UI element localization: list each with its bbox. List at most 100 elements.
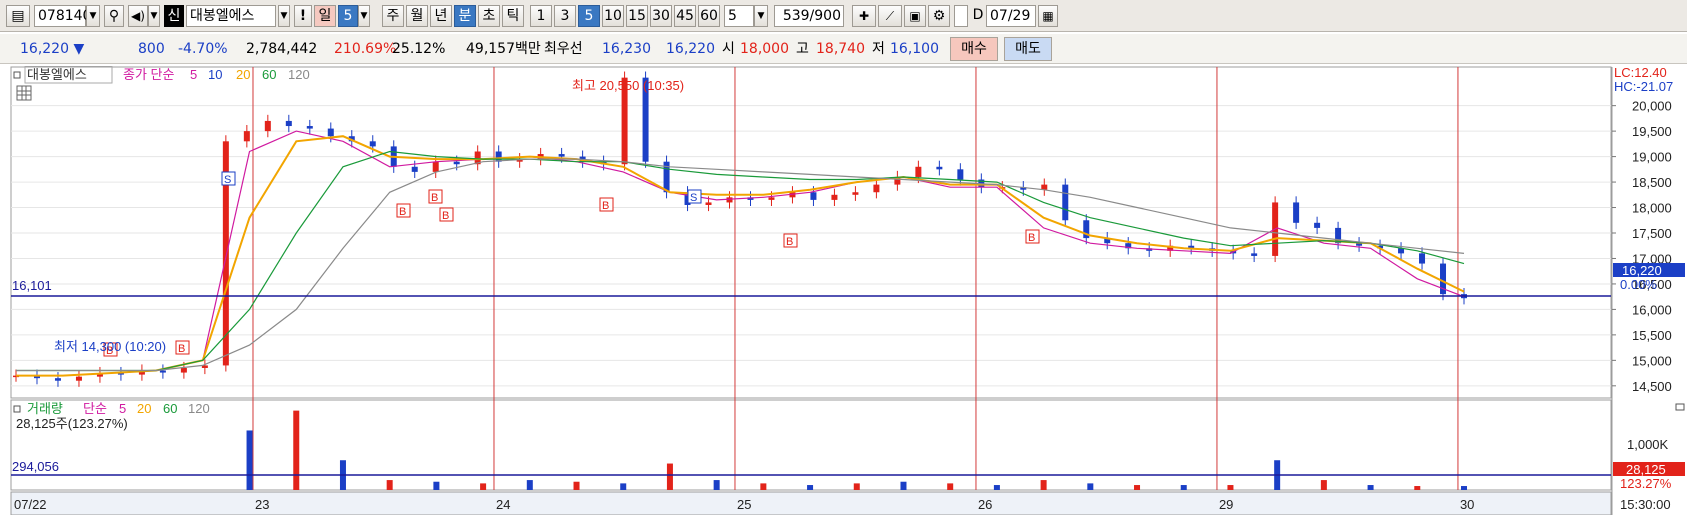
candle-body (936, 166, 943, 170)
volume-bar (1227, 485, 1234, 490)
candle-body (1293, 202, 1300, 223)
volume-bar (1320, 480, 1327, 490)
turnover-rate: 25.12% (392, 41, 446, 57)
open-price: 18,000 (740, 41, 789, 57)
candle-body (705, 202, 712, 205)
volume-bar (1040, 480, 1047, 490)
volume-bar (526, 480, 533, 490)
period-year-button[interactable]: 년 (430, 5, 452, 27)
volume-bar (947, 483, 954, 490)
volume-bar (1087, 483, 1094, 490)
candle-body (558, 154, 565, 157)
x-axis-end-time: 15:30:00 (1620, 497, 1671, 512)
speaker-icon[interactable]: ◀) (128, 5, 148, 27)
save-icon[interactable]: ▣ (904, 5, 926, 27)
volume-bar (900, 481, 907, 490)
price-y-tick: 19,500 (1632, 124, 1672, 139)
chevron-down-icon[interactable]: ▼ (148, 5, 160, 27)
candle-body (327, 128, 334, 137)
x-axis-date: 26 (978, 497, 992, 512)
volume-ratio: 210.69% (334, 41, 397, 57)
panel-close-icon[interactable] (1675, 403, 1685, 411)
signal-marker-text: B (602, 200, 609, 212)
minute-60-button[interactable]: 60 (698, 5, 720, 27)
minute-3-button[interactable]: 3 (554, 5, 576, 27)
chevron-down-icon[interactable]: ▼ (86, 5, 100, 27)
candle-body (957, 169, 964, 180)
volume-bar (573, 481, 580, 490)
price-y-tick: 20,000 (1632, 99, 1672, 114)
buy-button[interactable]: 매수 (950, 37, 998, 61)
price-volume-chart[interactable]: SSBBBBB BBB 대봉엘에스 종가 단순 5 10 20 60 120 최고… (10, 65, 1687, 516)
chevron-down-icon[interactable]: ▼ (278, 5, 290, 27)
chevron-down-icon[interactable]: ▼ (358, 5, 370, 27)
low-annotation: 최저 14,300 (10:20) (54, 339, 166, 354)
draw-line-icon[interactable]: ⟋ (878, 5, 902, 27)
minute-10-button[interactable]: 10 (602, 5, 624, 27)
period-second-button[interactable]: 초 (478, 5, 500, 27)
x-axis-date: 30 (1460, 497, 1474, 512)
candle-body (810, 192, 817, 200)
x-axis-date: 07/22 (14, 497, 47, 512)
volume-ma-120: 120 (188, 401, 210, 416)
interval-input[interactable]: 5 (724, 5, 754, 27)
volume-bar (760, 483, 767, 490)
calendar-icon[interactable]: ▦ (1038, 5, 1058, 27)
candle-body (915, 166, 922, 177)
bar-count-total: /900 (809, 8, 841, 24)
period-n-day-value[interactable]: 5 (338, 5, 358, 27)
date-input[interactable]: 07/29 (986, 5, 1036, 27)
minute-1-button[interactable]: 1 (530, 5, 552, 27)
stock-code-input[interactable]: 078140 (34, 5, 91, 27)
volume-bar (1134, 485, 1141, 490)
chart-menu-icon[interactable]: ▤ (6, 5, 30, 27)
candle-body (1314, 222, 1321, 228)
current-volume-pct: 123.27% (1620, 476, 1672, 491)
period-minute-button[interactable]: 분 (454, 5, 476, 27)
price-y-tick: 18,500 (1632, 175, 1672, 190)
volume-ma-5: 5 (119, 401, 126, 416)
current-volume-tag-text: 28,125 (1626, 462, 1666, 477)
ma-legend-120: 120 (288, 67, 310, 82)
gear-icon[interactable]: ⚙ (928, 5, 950, 27)
signal-marker-text: B (178, 343, 185, 355)
sell-button[interactable]: 매도 (1004, 37, 1052, 61)
candle-body (285, 120, 292, 127)
volume-bar (293, 410, 300, 490)
price-y-tick: 17,500 (1632, 226, 1672, 241)
candle-body (1041, 184, 1048, 190)
price-y-tick: 14,500 (1632, 379, 1672, 394)
table-view-icon[interactable] (16, 85, 32, 101)
high-label: 고 (796, 41, 809, 57)
volume-bar (386, 480, 393, 490)
candle-body (768, 197, 775, 200)
down-arrow-icon: ▼ (73, 41, 85, 57)
d-checkbox[interactable] (954, 5, 968, 27)
high-annotation: 최고 20,550 (10:35) (572, 78, 684, 93)
minute-30-button[interactable]: 30 (650, 5, 672, 27)
x-axis-date: 24 (496, 497, 510, 512)
crosshair-icon[interactable]: ✚ (852, 5, 876, 27)
candle-body (369, 141, 376, 147)
x-axis-date: 25 (737, 497, 751, 512)
chevron-down-icon[interactable]: ▼ (754, 5, 768, 27)
alert-button[interactable]: ! (294, 5, 312, 27)
trade-amount: 49,157백만 (466, 41, 541, 57)
minute-5-button[interactable]: 5 (578, 5, 600, 27)
period-day-button[interactable]: 일 (314, 5, 336, 27)
stock-name-field[interactable]: 대봉엘에스 (186, 5, 276, 27)
period-week-button[interactable]: 주 (382, 5, 404, 27)
ma-legend-title: 종가 단순 (123, 67, 174, 82)
search-icon[interactable]: ⚲ (104, 5, 124, 27)
bar-count-field[interactable]: 539/900 (774, 5, 844, 27)
minute-45-button[interactable]: 45 (674, 5, 696, 27)
chart-area[interactable]: SSBBBBBBBB 대봉엘에스 종가 단순 5 10 20 60 120 최고… (10, 65, 1687, 516)
volume-ma-20: 20 (137, 401, 151, 416)
period-tick-button[interactable]: 틱 (502, 5, 524, 27)
volume-bar (853, 483, 860, 490)
period-month-button[interactable]: 월 (406, 5, 428, 27)
stock-legend-label: 대봉엘에스 (27, 67, 87, 82)
candle-body (306, 126, 313, 129)
minute-15-button[interactable]: 15 (626, 5, 648, 27)
volume-ma-60: 60 (163, 401, 177, 416)
